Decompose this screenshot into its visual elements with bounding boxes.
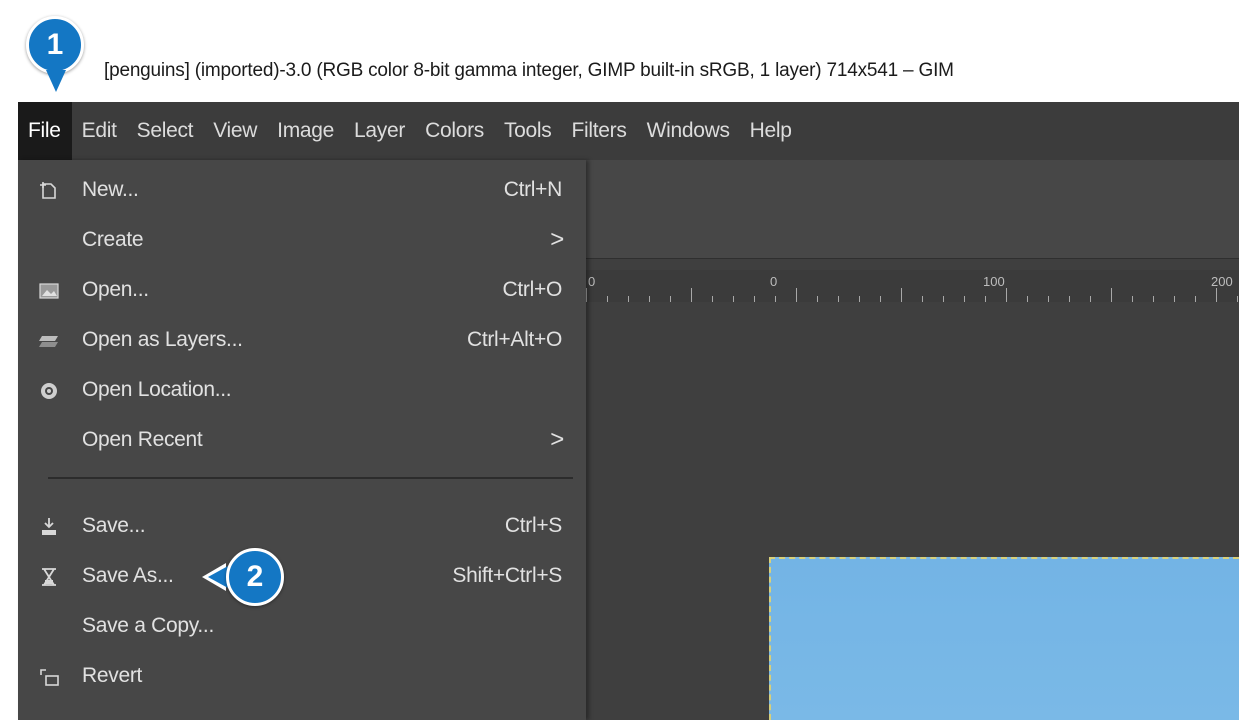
submenu-arrow-icon: > [550, 226, 564, 253]
ruler-tick [943, 296, 944, 302]
menu-item-open-as-layers[interactable]: Open as Layers... Ctrl+Alt+O [18, 316, 586, 366]
save-as-icon [38, 566, 60, 588]
menu-tools[interactable]: Tools [494, 102, 562, 160]
open-image-icon [38, 280, 60, 302]
ruler-tick [754, 296, 755, 302]
ruler-tick [1195, 296, 1196, 302]
horizontal-ruler[interactable]: 0 0 100 200 [586, 270, 1239, 302]
open-layers-icon [38, 330, 60, 352]
ruler-tick [859, 296, 860, 302]
menu-item-label: Save... [82, 514, 146, 537]
menu-item-label: Create [82, 228, 144, 251]
menu-item-label: New... [82, 178, 139, 201]
menu-item-create[interactable]: Create > [18, 216, 586, 266]
menu-separator [48, 477, 573, 479]
ruler-tick [901, 288, 902, 302]
menu-item-label: Revert [82, 664, 143, 687]
menu-item-shortcut: Ctrl+N [503, 178, 563, 201]
ruler-tick [817, 296, 818, 302]
ruler-tick [1006, 288, 1007, 302]
canvas-area: 0 0 100 200 [586, 160, 1239, 720]
menu-item-save[interactable]: Save... Ctrl+S [18, 502, 586, 552]
ruler-tick [1216, 288, 1217, 302]
menu-item-label: Save a Copy... [82, 614, 214, 637]
window-titlebar: [penguins] (imported)-3.0 (RGB color 8-b… [18, 40, 1239, 102]
ruler-tick [1237, 296, 1238, 302]
ruler-tick [691, 288, 692, 302]
ruler-tick [1153, 296, 1154, 302]
menu-edit[interactable]: Edit [72, 102, 127, 160]
gimp-window: File Edit Select View Image Layer Colors… [18, 102, 1239, 720]
ruler-label: 200 [1211, 274, 1233, 289]
menu-item-revert[interactable]: Revert [18, 652, 586, 702]
menu-item-new[interactable]: New... Ctrl+N [18, 166, 586, 216]
menu-item-open-recent[interactable]: Open Recent > [18, 416, 586, 466]
submenu-arrow-icon: > [550, 426, 564, 453]
ruler-tick [796, 288, 797, 302]
ruler-tick [1090, 296, 1091, 302]
ruler-tick [1069, 296, 1070, 302]
save-icon [38, 516, 60, 538]
callout-badge-2: 2 [226, 548, 284, 606]
image-tab-strip [586, 160, 1239, 259]
callout-pointer-2 [208, 566, 228, 588]
image-canvas[interactable] [769, 557, 1239, 720]
ruler-tick [1174, 296, 1175, 302]
menubar: File Edit Select View Image Layer Colors… [18, 102, 1239, 160]
menu-help[interactable]: Help [740, 102, 802, 160]
window-title: [penguins] (imported)-3.0 (RGB color 8-b… [104, 60, 954, 81]
ruler-tick [1111, 288, 1112, 302]
globe-icon [38, 380, 60, 402]
menu-windows[interactable]: Windows [637, 102, 740, 160]
menu-item-shortcut: Ctrl+S [504, 514, 562, 537]
menu-select[interactable]: Select [127, 102, 204, 160]
menu-item-open-location[interactable]: Open Location... [18, 366, 586, 416]
callout-pointer-1 [46, 70, 66, 92]
ruler-tick [1027, 296, 1028, 302]
ruler-tick [712, 296, 713, 302]
ruler-tick [985, 296, 986, 302]
menu-item-shortcut: Ctrl+O [502, 278, 563, 301]
ruler-tick [733, 296, 734, 302]
ruler-tick [1132, 296, 1133, 302]
ruler-tick [838, 296, 839, 302]
menu-filters[interactable]: Filters [562, 102, 637, 160]
ruler-label: 0 [588, 274, 596, 289]
ruler-tick [628, 296, 629, 302]
ruler-tick [775, 296, 776, 302]
ruler-tick [586, 288, 587, 302]
file-menu-dropdown: New... Ctrl+N Create > Open... Ctrl+O Op… [18, 160, 586, 720]
ruler-tick [880, 296, 881, 302]
ruler-tick [964, 296, 965, 302]
menu-image[interactable]: Image [267, 102, 344, 160]
ruler-tick [1048, 296, 1049, 302]
menu-item-label: Open Location... [82, 378, 232, 401]
menu-item-label: Save As... [82, 564, 174, 587]
menu-view[interactable]: View [203, 102, 267, 160]
menu-item-label: Open as Layers... [82, 328, 243, 351]
menu-item-label: Open... [82, 278, 149, 301]
ruler-tick [670, 296, 671, 302]
menu-colors[interactable]: Colors [415, 102, 494, 160]
new-image-icon [38, 180, 60, 202]
callout-badge-1: 1 [26, 16, 84, 74]
ruler-tick [649, 296, 650, 302]
menu-item-open[interactable]: Open... Ctrl+O [18, 266, 586, 316]
ruler-label: 100 [983, 274, 1005, 289]
menu-item-save-a-copy[interactable]: Save a Copy... [18, 602, 586, 652]
ruler-label: 0 [770, 274, 778, 289]
menu-item-label: Open Recent [82, 428, 203, 451]
ruler-tick [607, 296, 608, 302]
menu-item-save-as[interactable]: Save As... Shift+Ctrl+S [18, 552, 586, 602]
menu-file[interactable]: File [18, 102, 72, 160]
menu-item-shortcut: Ctrl+Alt+O [466, 328, 562, 351]
ruler-tick [922, 296, 923, 302]
menu-item-shortcut: Shift+Ctrl+S [452, 564, 562, 587]
menu-layer[interactable]: Layer [344, 102, 415, 160]
revert-icon [38, 666, 60, 688]
